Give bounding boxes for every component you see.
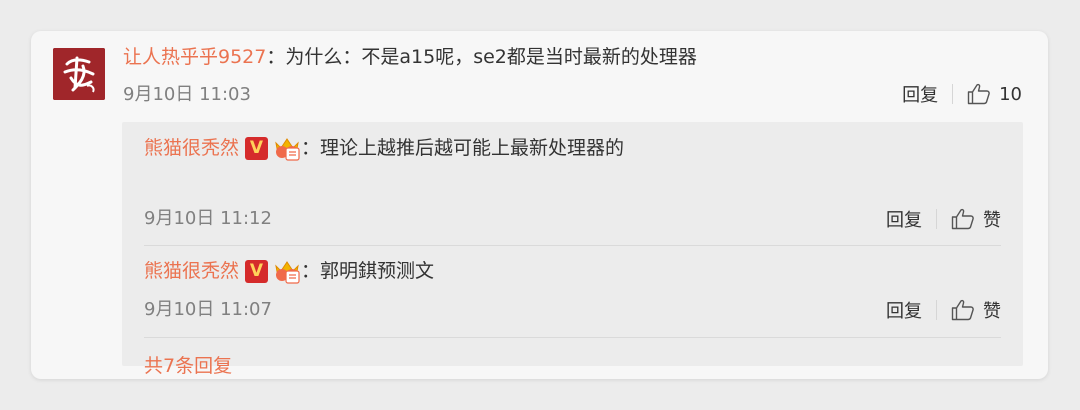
replies-panel: 熊猫很秃然 V ： 理论上越推后越可能上最新处理器的 9月10日 11:12 回… <box>122 122 1023 377</box>
reply-actions: 回复 赞 <box>886 297 1001 323</box>
comment-text: 为什么：不是a15呢，se2都是当时最新的处理器 <box>285 46 697 68</box>
reply-username[interactable]: 熊猫很秃然 <box>144 133 239 163</box>
comment-card: 让人热乎乎9527：为什么：不是a15呢，se2都是当时最新的处理器 9月10日… <box>31 31 1048 379</box>
reply-time: 9月10日 11:12 <box>144 208 272 229</box>
like-button[interactable] <box>967 83 991 105</box>
like-label[interactable]: 赞 <box>983 297 1001 323</box>
verified-badge: V <box>245 259 269 283</box>
verified-badge: V <box>245 136 269 160</box>
comment-line: 让人热乎乎9527：为什么：不是a15呢，se2都是当时最新的处理器 <box>123 42 697 72</box>
reply-divider <box>144 245 1001 246</box>
action-divider <box>952 84 954 104</box>
like-button[interactable] <box>951 208 975 230</box>
reply-line: 熊猫很秃然 V ： 理论上越推后越可能上最新处理器的 <box>144 133 624 163</box>
action-divider <box>936 209 937 229</box>
reply-separator: ： <box>301 137 321 159</box>
crown-member-icon <box>275 138 300 161</box>
reply-divider <box>144 337 1001 338</box>
reply-button[interactable]: 回复 <box>886 206 922 232</box>
thumbs-up-icon <box>951 208 974 230</box>
like-label[interactable]: 赞 <box>983 206 1001 232</box>
comment-username[interactable]: 让人热乎乎9527 <box>123 46 266 68</box>
reply-time: 9月10日 11:07 <box>144 299 272 320</box>
like-count: 10 <box>999 83 1022 105</box>
avatar[interactable] <box>53 48 105 100</box>
reply-button[interactable]: 回复 <box>902 81 938 107</box>
comment-time: 9月10日 11:03 <box>123 84 251 105</box>
reply-actions: 回复 赞 <box>886 206 1001 232</box>
reply-button[interactable]: 回复 <box>886 297 922 323</box>
comment-separator: ： <box>266 46 286 68</box>
calligraphy-logo-icon <box>53 48 105 100</box>
action-divider <box>936 300 937 320</box>
reply-line: 熊猫很秃然 V ： 郭明錤预测文 <box>144 256 434 286</box>
thumbs-up-icon <box>967 83 990 105</box>
like-button[interactable] <box>951 299 975 321</box>
thumbs-up-icon <box>951 299 974 321</box>
reply-separator: ： <box>301 260 321 282</box>
reply-username[interactable]: 熊猫很秃然 <box>144 256 239 286</box>
reply-text: 郭明錤预测文 <box>320 260 435 282</box>
more-replies-link[interactable]: 共7条回复 <box>144 352 232 380</box>
crown-member-icon <box>275 261 300 284</box>
comment-actions: 回复 10 <box>902 81 1022 107</box>
reply-text: 理论上越推后越可能上最新处理器的 <box>320 137 625 159</box>
